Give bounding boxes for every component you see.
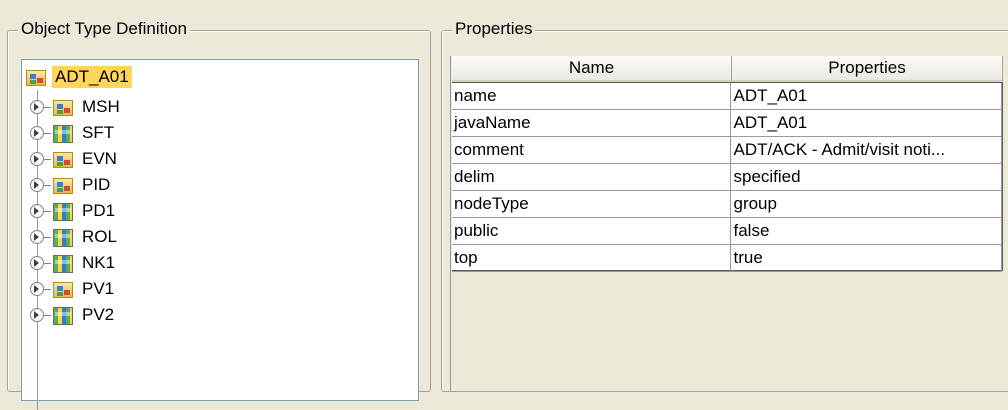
tree-item-label: PID [82,175,111,194]
tree-item[interactable]: PV1 [30,276,117,302]
tree-item-label: ROL [82,227,117,246]
table-row[interactable]: top true [452,245,1002,272]
table-row[interactable]: javaName ADT_A01 [452,110,1002,137]
property-name-cell: nodeType [452,191,732,218]
expand-toggle-icon[interactable] [30,308,44,322]
tree-root-item[interactable]: ADT_A01 [26,64,132,90]
property-name-cell: delim [452,164,732,191]
tree-item[interactable]: EVN [30,146,120,172]
tree-item-label: SFT [82,123,115,142]
property-name-cell: javaName [452,110,732,137]
tree-item[interactable]: PID [30,172,113,198]
folder-class-icon [53,149,73,169]
table-row[interactable]: comment ADT/ACK - Admit/visit noti... [452,137,1002,164]
properties-table: Name Properties name ADT_A01 javaName AD… [450,56,1003,391]
expand-toggle-icon[interactable] [30,100,44,114]
property-name-cell: public [452,218,732,245]
property-value-cell[interactable]: group [731,191,1002,218]
tree-item[interactable]: PV2 [30,302,117,328]
tree-item-label: PV1 [82,279,115,298]
column-header-properties[interactable]: Properties [732,56,1003,82]
tree-item[interactable]: SFT [30,120,117,146]
tree-item[interactable]: ROL [30,224,120,250]
property-value-cell[interactable]: false [731,218,1002,245]
object-type-definition-group: Object Type Definition ADT_A01 MSH SFT E… [7,19,431,410]
tree-item[interactable]: NK1 [30,250,118,276]
folder-class-icon [53,175,73,195]
expand-toggle-icon[interactable] [30,178,44,192]
tree-item-label: NK1 [82,253,116,272]
expand-toggle-icon[interactable] [30,204,44,218]
grid-class-icon [53,201,73,221]
properties-table-header: Name Properties [452,56,1003,82]
expand-toggle-icon[interactable] [30,152,44,166]
folder-class-icon [26,67,46,87]
table-row[interactable]: public false [452,218,1002,245]
table-row[interactable]: name ADT_A01 [452,83,1002,110]
properties-title: Properties [452,19,536,39]
expand-toggle-icon[interactable] [30,282,44,296]
object-type-definition-title: Object Type Definition [18,19,190,39]
folder-class-icon [53,279,73,299]
column-header-name[interactable]: Name [452,56,732,82]
object-type-tree[interactable]: ADT_A01 MSH SFT EVN PID PD1 ROL NK1 PV1 … [21,59,419,410]
grid-class-icon [53,123,73,143]
tree-item-label: EVN [82,149,117,168]
property-name-cell: top [452,245,732,272]
property-value-cell[interactable]: ADT_A01 [731,83,1002,110]
expand-toggle-icon[interactable] [30,230,44,244]
property-name-cell: comment [452,137,732,164]
grid-class-icon [53,305,73,325]
property-value-cell[interactable]: true [731,245,1002,272]
property-value-cell[interactable]: specified [731,164,1002,191]
tree-item-label: MSH [82,97,120,116]
tree-root-label: ADT_A01 [52,66,132,88]
properties-group: Properties Name Properties name ADT_A01 … [441,19,1008,392]
tree-item-label: PV2 [82,305,115,324]
tree-item-label: PD1 [82,201,116,220]
table-row[interactable]: delim specified [452,164,1002,191]
properties-table-body: name ADT_A01 javaName ADT_A01 comment AD… [452,82,1003,272]
tree-item[interactable]: PD1 [30,198,118,224]
property-value-cell[interactable]: ADT/ACK - Admit/visit noti... [731,137,1002,164]
expand-toggle-icon[interactable] [30,126,44,140]
grid-class-icon [53,253,73,273]
property-value-cell[interactable]: ADT_A01 [731,110,1002,137]
tree-item[interactable]: MSH [30,94,123,120]
folder-class-icon [53,97,73,117]
grid-class-icon [53,227,73,247]
property-name-cell: name [452,83,732,110]
table-row[interactable]: nodeType group [452,191,1002,218]
expand-toggle-icon[interactable] [30,256,44,270]
